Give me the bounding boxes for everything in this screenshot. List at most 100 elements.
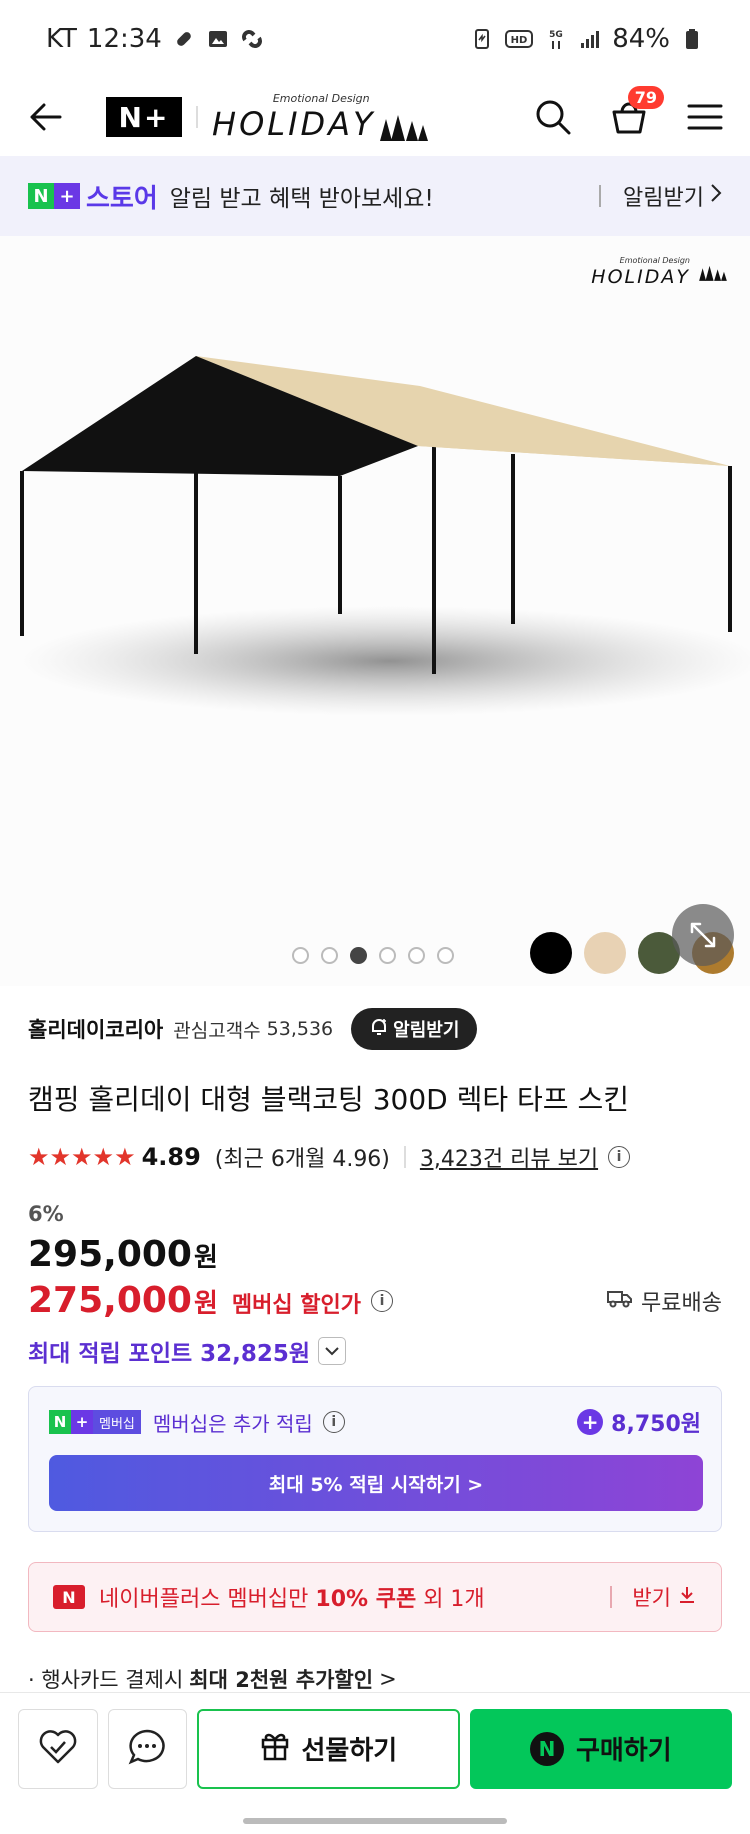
banner-divider: [599, 185, 602, 207]
gift-button[interactable]: 선물하기: [197, 1708, 460, 1789]
membership-badge-text: 멤버십: [93, 1410, 141, 1434]
card-promo-bold: 최대 2천원 추가할인: [189, 1668, 374, 1692]
5g-icon: 5G: [544, 27, 568, 51]
fan-count-label: 관심고객수: [173, 1019, 261, 1042]
points-row[interactable]: 최대 적립 포인트 32,825원: [28, 1334, 347, 1368]
fan-count-value: 53,536: [266, 1018, 334, 1040]
card-promo-row[interactable]: · 행사카드 결제시 최대 2천원 추가할인 >: [28, 1664, 397, 1694]
gift-icon: [259, 1729, 291, 1768]
member-price-label: 멤버십 할인가: [231, 1293, 361, 1318]
membership-info-icon[interactable]: i: [322, 1411, 345, 1433]
home-indicator[interactable]: [243, 1818, 507, 1824]
plus-circle-icon: +: [577, 1409, 604, 1435]
plus-badge-icon: +: [54, 183, 80, 209]
heart-check-icon: [38, 1729, 78, 1769]
svg-text:HD: HD: [511, 35, 528, 46]
banner-alarm-link[interactable]: 알림받기: [623, 180, 704, 212]
cart-icon[interactable]: 79: [606, 86, 664, 140]
carousel-dot[interactable]: [321, 947, 338, 964]
buy-label: 구매하기: [575, 1736, 672, 1766]
truck-icon: [607, 1288, 633, 1314]
cart-count-badge: 79: [627, 86, 664, 109]
seller-name[interactable]: 홀리데이코리아: [28, 1014, 163, 1044]
search-icon[interactable]: [530, 94, 576, 140]
tarp-illustration: [20, 356, 750, 716]
store-name: 스토어: [86, 183, 158, 214]
chevron-right-icon: [710, 183, 722, 209]
original-price-value: 295,000: [28, 1234, 192, 1275]
coupon-text-bold: 10% 쿠폰: [315, 1587, 417, 1612]
product-image-carousel[interactable]: Emotional Design HOLIDAY: [0, 236, 750, 986]
rating-score: 4.89: [141, 1143, 201, 1171]
n-badge-icon: N: [28, 183, 54, 209]
naver-pay-icon: N: [529, 1731, 564, 1766]
member-price-row: 275,000 원 멤버십 할인가 i 무료배송: [28, 1280, 722, 1321]
talk-button[interactable]: [107, 1708, 188, 1789]
membership-badge: N + 멤버십: [49, 1410, 141, 1434]
coupon-text-suffix: 외 1개: [416, 1587, 485, 1612]
brand-name: HOLIDAY: [212, 104, 376, 143]
member-price-value: 275,000: [28, 1280, 192, 1321]
original-price: 295,000 원: [28, 1234, 218, 1275]
link-icon: [240, 27, 264, 51]
product-title: 캠핑 홀리데이 대형 블랙코팅 300D 렉타 타프 스킨: [28, 1083, 629, 1116]
membership-box: N + 멤버십 멤버십은 추가 적립 i + 8,750원 최대 5% 적립 시…: [28, 1386, 722, 1532]
wishlist-button[interactable]: [18, 1708, 98, 1789]
seller-info-row: 홀리데이코리아 관심고객수 53,536 알림받기: [28, 1006, 722, 1052]
coupon-divider: [610, 1586, 613, 1608]
rating-divider: [403, 1146, 406, 1168]
card-promo-prefix: · 행사카드 결제시: [28, 1668, 184, 1692]
battery-icon: [680, 27, 704, 51]
image-brand-logo: Emotional Design HOLIDAY: [591, 256, 728, 288]
brand-tagline: Emotional Design: [272, 91, 370, 105]
bell-plus-icon: [369, 1017, 389, 1042]
currency-label: 원: [193, 1243, 218, 1273]
hd-icon: HD: [504, 27, 534, 51]
discount-rate: 6%: [28, 1202, 64, 1226]
membership-start-button[interactable]: 최대 5% 적립 시작하기 >: [49, 1455, 703, 1511]
clock: 12:34: [86, 24, 162, 54]
expand-icon[interactable]: [672, 904, 734, 966]
signal-icon: [578, 27, 602, 51]
buy-button[interactable]: N 구매하기: [469, 1708, 733, 1789]
status-bar: KT 12:34 HD 5G 84%: [0, 0, 750, 78]
bottom-action-bar: 선물하기 N 구매하기: [0, 1692, 750, 1804]
naver-n-icon: N: [53, 1585, 85, 1609]
back-arrow-icon[interactable]: [22, 94, 68, 140]
carousel-dot[interactable]: [379, 947, 396, 964]
tree-icon: [378, 114, 430, 143]
nfc-icon: [470, 27, 494, 51]
chevron-down-icon[interactable]: [318, 1337, 347, 1365]
header-divider: [196, 106, 198, 128]
member-currency-label: 원: [193, 1289, 218, 1319]
coupon-box[interactable]: N 네이버플러스 멤버십만 10% 쿠폰 외 1개 받기: [28, 1562, 722, 1632]
info-icon[interactable]: i: [608, 1146, 631, 1168]
color-swatch-black[interactable]: [530, 932, 572, 974]
svg-text:5G: 5G: [549, 30, 563, 40]
carousel-dot[interactable]: [437, 947, 454, 964]
battery-level: 84%: [612, 24, 670, 54]
gallery-icon: [206, 27, 230, 51]
gift-label: 선물하기: [301, 1736, 398, 1766]
membership-badge-plus: +: [71, 1410, 93, 1434]
coupon-receive-link[interactable]: 받기: [632, 1582, 671, 1612]
menu-icon[interactable]: [682, 94, 728, 140]
member-info-icon[interactable]: i: [371, 1289, 393, 1312]
carousel-dot[interactable]: [408, 947, 425, 964]
nplus-store-logo[interactable]: N+: [106, 97, 182, 137]
rating-recent: (최근 6개월 4.96): [214, 1147, 390, 1172]
store-alert-banner[interactable]: N + 스토어 알림 받고 혜택 받아보세요! 알림받기: [0, 156, 750, 236]
review-link[interactable]: 3,423건 리뷰 보기: [420, 1141, 598, 1173]
membership-badge-n: N: [49, 1410, 71, 1434]
carousel-dot-active[interactable]: [350, 947, 367, 964]
shipping-info: 무료배송: [607, 1285, 722, 1317]
shipping-label: 무료배송: [641, 1290, 722, 1316]
carousel-dot[interactable]: [292, 947, 309, 964]
brand-logo[interactable]: Emotional Design HOLIDAY: [212, 92, 430, 143]
carousel-dots: [292, 947, 454, 964]
download-icon[interactable]: [677, 1585, 697, 1610]
app-header: N+ Emotional Design HOLIDAY 79: [0, 78, 750, 156]
seller-alarm-button[interactable]: 알림받기: [351, 1008, 478, 1050]
color-swatch-beige[interactable]: [584, 932, 626, 974]
pill-icon: [172, 27, 196, 51]
